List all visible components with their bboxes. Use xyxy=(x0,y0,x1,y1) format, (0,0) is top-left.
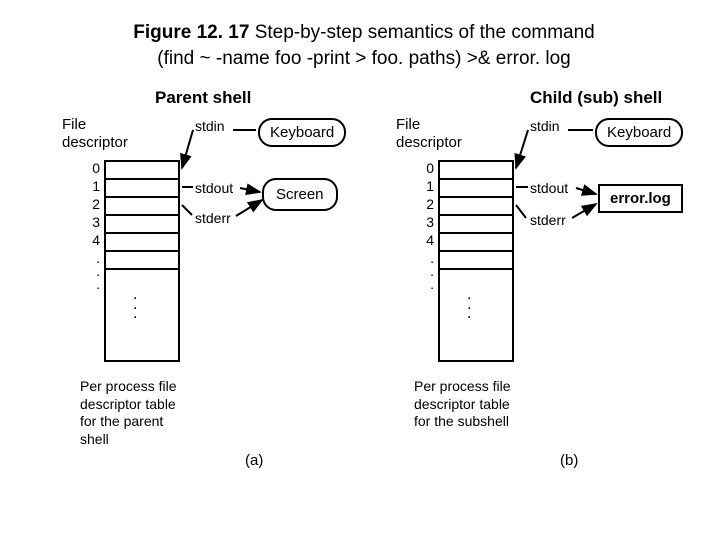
per-process-label-b: Per process file descriptor table for th… xyxy=(414,378,510,431)
file-descriptor-label-b: File descriptor xyxy=(396,116,462,152)
per-process-label-a: Per process file descriptor table for th… xyxy=(80,378,176,448)
fdnum-a-dot3: . xyxy=(86,276,100,292)
fdnum-b-1: 1 xyxy=(420,178,434,194)
figure-title-line2: (find ~ -name foo -print > foo. paths) >… xyxy=(157,48,570,69)
keyboard-box-b: Keyboard xyxy=(595,118,683,147)
panel-a-tag: (a) xyxy=(245,452,263,469)
fdnum-a-1: 1 xyxy=(86,178,100,194)
fd-cell-5 xyxy=(106,252,178,270)
fd-cell-rest xyxy=(106,270,178,360)
fdnum-a-2: 2 xyxy=(86,196,100,212)
stdin-label-b: stdin xyxy=(530,118,560,134)
fd-cell-4 xyxy=(106,234,178,252)
panel-a-title: Parent shell xyxy=(155,88,251,108)
fd-cell-b2 xyxy=(440,198,512,216)
fd-cell-2 xyxy=(106,198,178,216)
fdnum-a-0: 0 xyxy=(86,160,100,176)
fd-cell-0 xyxy=(106,162,178,180)
fd-cell-3 xyxy=(106,216,178,234)
fdnum-b-2: 2 xyxy=(420,196,434,212)
fd-cell-b3 xyxy=(440,216,512,234)
fdnum-b-3: 3 xyxy=(420,214,434,230)
fd-cell-b4 xyxy=(440,234,512,252)
panel-b-tag: (b) xyxy=(560,452,578,469)
fd-cell-b5 xyxy=(440,252,512,270)
fdnum-b-4: 4 xyxy=(420,232,434,248)
errorlog-box-b: error.log xyxy=(598,184,683,213)
fdnum-a-3: 3 xyxy=(86,214,100,230)
fdnum-a-4: 4 xyxy=(86,232,100,248)
stdout-label-a: stdout xyxy=(195,180,233,196)
fdnum-b-dot3: . xyxy=(420,276,434,292)
fd-table-b-dots: ... xyxy=(467,290,473,319)
fd-cell-b1 xyxy=(440,180,512,198)
fd-cell-b0 xyxy=(440,162,512,180)
stderr-label-b: stderr xyxy=(530,212,566,228)
fd-cell-1 xyxy=(106,180,178,198)
panel-b-title: Child (sub) shell xyxy=(530,88,662,108)
screen-box-a: Screen xyxy=(262,178,338,211)
fd-cell-brest xyxy=(440,270,512,360)
fdnum-b-0: 0 xyxy=(420,160,434,176)
figure-title-line1: Step-by-step semantics of the command xyxy=(255,22,595,43)
stdout-label-b: stdout xyxy=(530,180,568,196)
file-descriptor-label-a: File descriptor xyxy=(62,116,128,152)
keyboard-box-a: Keyboard xyxy=(258,118,346,147)
figure-number: Figure 12. 17 xyxy=(133,22,249,43)
fd-table-a xyxy=(104,160,180,362)
stdin-label-a: stdin xyxy=(195,118,225,134)
fd-table-b xyxy=(438,160,514,362)
figure-caption: Figure 12. 17 Step-by-step semantics of … xyxy=(64,20,664,71)
stderr-label-a: stderr xyxy=(195,210,231,226)
fd-table-a-dots: ... xyxy=(133,290,139,319)
